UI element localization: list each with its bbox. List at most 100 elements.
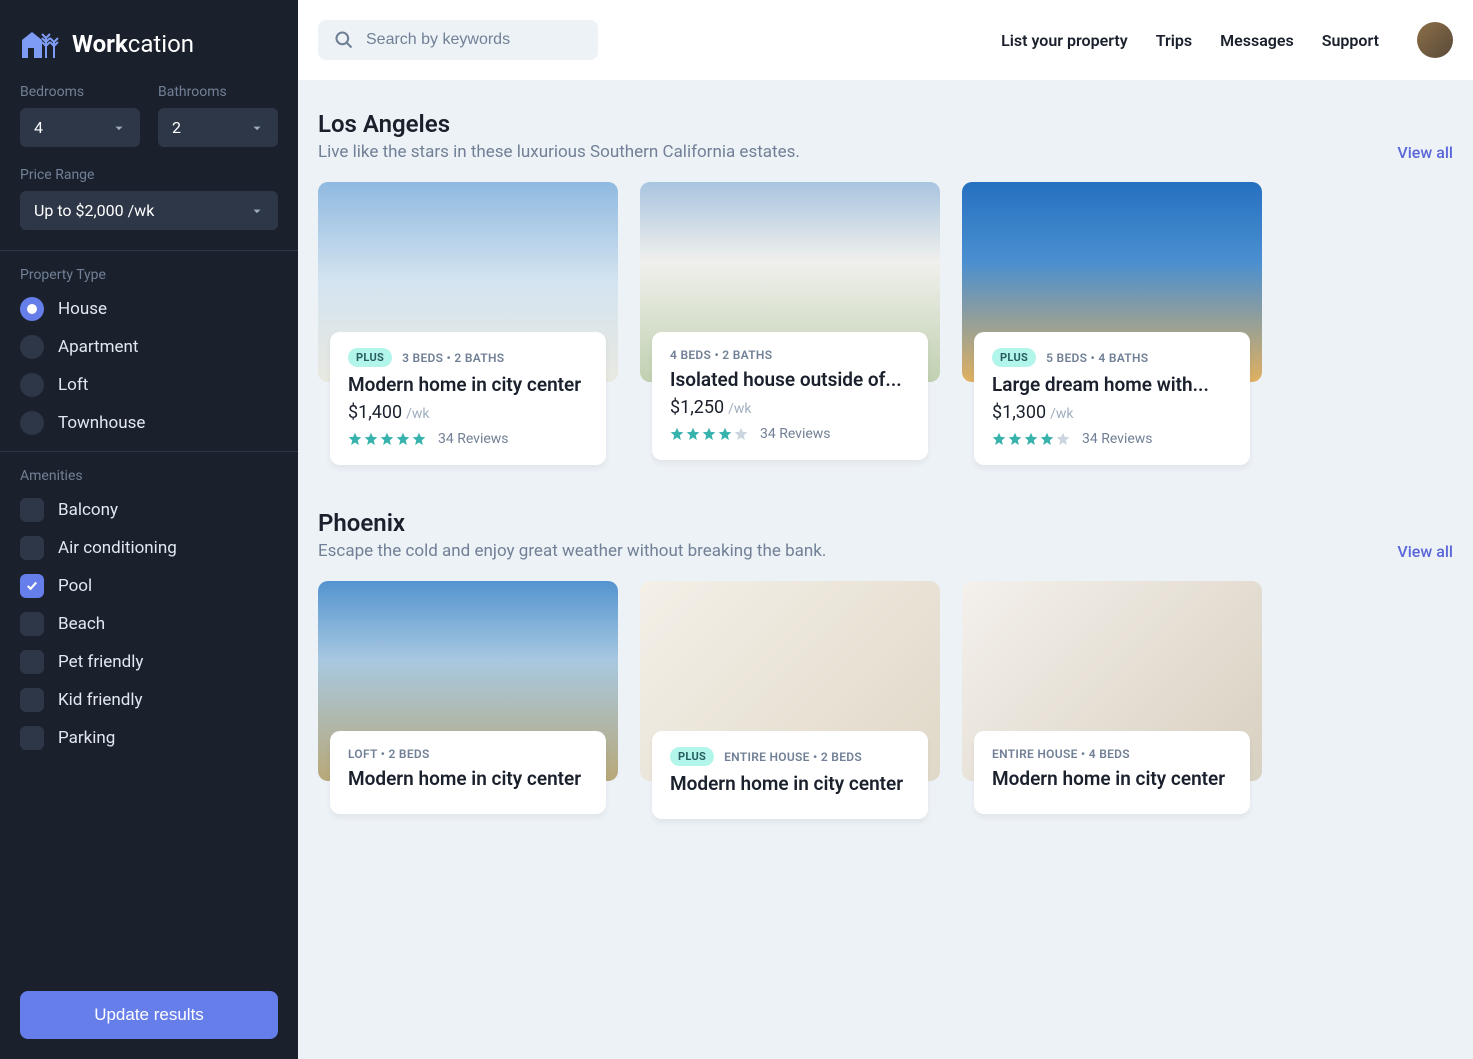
listing-body: 4 BEDS • 2 BATHS Isolated house outside o… [652, 332, 928, 460]
logo-text: Workcation [72, 30, 194, 58]
star-icon [718, 427, 732, 441]
star-icon [734, 427, 748, 441]
checkbox-icon [20, 498, 44, 522]
amenity-label: Air conditioning [58, 538, 177, 558]
star-icon [412, 432, 426, 446]
listing-card[interactable]: ENTIRE HOUSE • 4 BEDS Modern home in city… [962, 581, 1262, 819]
nav-messages[interactable]: Messages [1220, 31, 1294, 50]
listing-title: Modern home in city center [992, 767, 1232, 790]
star-icon [396, 432, 410, 446]
listing-body: PLUS 5 BEDS • 4 BATHS Large dream home wit… [974, 332, 1250, 465]
bathrooms-select[interactable]: 2 [158, 108, 278, 147]
amenity-option[interactable]: Pet friendly [20, 650, 278, 674]
topbar: List your property Trips Messages Suppor… [298, 0, 1473, 80]
checkbox-icon [20, 612, 44, 636]
listing-meta: ENTIRE HOUSE • 2 BEDS [724, 750, 862, 764]
rating-stars [348, 432, 426, 446]
region: PhoenixEscape the cold and enjoy great w… [318, 509, 1453, 819]
listing-meta: 5 BEDS • 4 BATHS [1046, 351, 1148, 365]
listing-title: Modern home in city center [348, 767, 588, 790]
region: Los AngelesLive like the stars in these … [318, 110, 1453, 465]
listing-meta: ENTIRE HOUSE • 4 BEDS [992, 747, 1130, 761]
listing-card[interactable]: 4 BEDS • 2 BATHS Isolated house outside o… [640, 182, 940, 465]
property-type-label: Loft [58, 375, 88, 395]
listing-card[interactable]: PLUS3 BEDS • 2 BATHSModern home in city … [318, 182, 618, 465]
listing-title: Large dream home with... [992, 373, 1232, 396]
price-range-label: Price Range [20, 167, 278, 183]
listing-reviews: 34 Reviews [1082, 431, 1153, 447]
nav-list-property[interactable]: List your property [1001, 31, 1128, 50]
region-title: Los Angeles [318, 110, 800, 138]
checkbox-icon [20, 574, 44, 598]
amenity-label: Parking [58, 728, 115, 748]
view-all-link[interactable]: View all [1397, 143, 1453, 162]
listing-card[interactable]: PLUS 5 BEDS • 4 BATHS Large dream home wit… [962, 182, 1262, 465]
region-subtitle: Escape the cold and enjoy great weather … [318, 541, 826, 561]
star-icon [1040, 432, 1054, 446]
checkbox-icon [20, 650, 44, 674]
listing-price: $1,400 [348, 402, 402, 423]
amenity-label: Pet friendly [58, 652, 143, 672]
property-type-option[interactable]: Townhouse [20, 411, 278, 435]
plus-badge: PLUS [992, 348, 1036, 367]
listing-price: $1,300 [992, 402, 1046, 423]
property-type-option[interactable]: Loft [20, 373, 278, 397]
radio-icon [20, 297, 44, 321]
listing-price-unit: /wk [728, 401, 751, 417]
star-icon [1024, 432, 1038, 446]
radio-icon [20, 335, 44, 359]
amenity-label: Beach [58, 614, 105, 634]
star-icon [364, 432, 378, 446]
search-input[interactable] [366, 31, 582, 49]
avatar[interactable] [1417, 22, 1453, 58]
listing-body: PLUS3 BEDS • 2 BATHSModern home in city … [330, 332, 606, 465]
amenity-option[interactable]: Parking [20, 726, 278, 750]
rating-stars [992, 432, 1070, 446]
amenity-option[interactable]: Air conditioning [20, 536, 278, 560]
listing-body: PLUS ENTIRE HOUSE • 2 BEDS Modern home in … [652, 731, 928, 819]
update-results-button[interactable]: Update results [20, 991, 278, 1039]
checkbox-icon [20, 726, 44, 750]
listing-card[interactable]: PLUS ENTIRE HOUSE • 2 BEDS Modern home in … [640, 581, 940, 819]
plus-badge: PLUS [670, 747, 714, 766]
listing-meta: LOFT • 2 BEDS [348, 747, 430, 761]
star-icon [670, 427, 684, 441]
amenity-option[interactable]: Balcony [20, 498, 278, 522]
property-type-label: Property Type [20, 267, 278, 283]
listing-price-unit: /wk [1050, 406, 1073, 422]
star-icon [686, 427, 700, 441]
bathrooms-label: Bathrooms [158, 84, 278, 100]
property-type-label: Townhouse [58, 413, 145, 433]
star-icon [1056, 432, 1070, 446]
listing-body: ENTIRE HOUSE • 4 BEDS Modern home in city… [974, 731, 1250, 814]
rating-stars [670, 427, 748, 441]
amenity-label: Balcony [58, 500, 118, 520]
bedrooms-select[interactable]: 4 [20, 108, 140, 147]
amenity-option[interactable]: Beach [20, 612, 278, 636]
nav-trips[interactable]: Trips [1156, 31, 1192, 50]
bedrooms-label: Bedrooms [20, 84, 140, 100]
view-all-link[interactable]: View all [1397, 542, 1453, 561]
price-range-value: Up to $2,000 /wk [34, 201, 154, 220]
property-type-option[interactable]: Apartment [20, 335, 278, 359]
plus-badge: PLUS [348, 348, 392, 367]
amenities-label: Amenities [20, 468, 278, 484]
listing-meta: 4 BEDS • 2 BATHS [670, 348, 772, 362]
listing-meta: 3 BEDS • 2 BATHS [402, 351, 504, 365]
divider [0, 451, 298, 452]
listing-title: Isolated house outside of... [670, 368, 910, 391]
nav-support[interactable]: Support [1322, 31, 1379, 50]
amenity-option[interactable]: Kid friendly [20, 688, 278, 712]
search-box[interactable] [318, 20, 598, 60]
radio-icon [20, 411, 44, 435]
price-range-select[interactable]: Up to $2,000 /wk [20, 191, 278, 230]
listing-card[interactable]: LOFT • 2 BEDS Modern home in city center [318, 581, 618, 819]
sidebar: Workcation Bedrooms 4 Bathrooms 2 [0, 0, 298, 1059]
listing-title: Modern home in city center [670, 772, 910, 795]
listing-reviews: 34 Reviews [760, 426, 831, 442]
bathrooms-value: 2 [172, 118, 181, 137]
amenity-option[interactable]: Pool [20, 574, 278, 598]
logo[interactable]: Workcation [0, 0, 298, 84]
property-type-option[interactable]: House [20, 297, 278, 321]
property-type-label: Apartment [58, 337, 139, 357]
